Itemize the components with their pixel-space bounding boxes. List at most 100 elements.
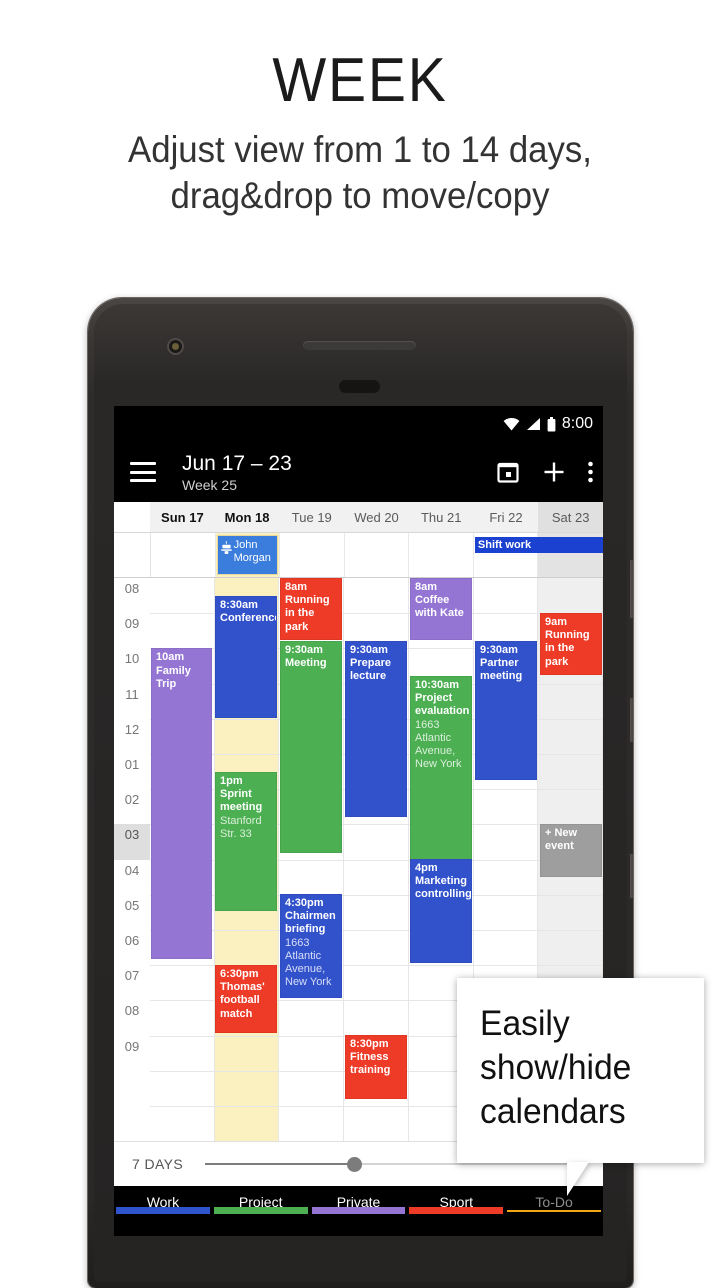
hour-label-03: 03 [114, 824, 150, 860]
event-meeting[interactable]: 9:30am Meeting [280, 641, 342, 853]
all-day-cell-mon[interactable]: John Morgan [215, 533, 281, 577]
slider-track-filled [205, 1163, 356, 1165]
event-project-evaluation[interactable]: 10:30am Project evaluation 1663 Atlantic… [410, 676, 472, 888]
promo-subtitle-line1: Adjust view from 1 to 14 days, [128, 129, 592, 171]
calendar-tab-color-work [116, 1207, 210, 1214]
hamburger-menu-icon[interactable] [130, 462, 156, 482]
calendar-icon[interactable] [496, 460, 520, 484]
event-title: + New event [545, 827, 578, 853]
event-new-event-placeholder[interactable]: + New event [540, 824, 602, 877]
hour-label-01: 01 [124, 757, 140, 772]
promo-header: WEEK Adjust view from 1 to 14 days, drag… [0, 0, 720, 290]
hour-label-11: 11 [125, 686, 139, 702]
calendar-tab-color-todo [507, 1210, 601, 1212]
event-title: 9:30am Prepare lecture [350, 644, 391, 683]
all-day-event-label: Shift work [477, 539, 532, 551]
event-title: 9:30am Meeting [285, 644, 327, 670]
event-marketing-controlling[interactable]: 4pm Marketing controlling [410, 859, 472, 963]
event-family-trip[interactable]: 10am Family Trip [151, 648, 212, 960]
promo-subtitle: Adjust view from 1 to 14 days, drag&drop… [22, 127, 699, 219]
hour-label-02: 02 [124, 792, 140, 808]
day-header-sun-17[interactable]: Sun 17 [150, 502, 215, 532]
hour-label-05: 05 [124, 897, 140, 913]
hour-label-06: 06 [124, 933, 140, 948]
earpiece-speaker [303, 341, 416, 350]
calendar-tab-sport[interactable]: Sport [407, 1186, 505, 1232]
day-header-row: Sun 17 Mon 18 Tue 19 Wed 20 Thu 21 Fri 2… [114, 502, 603, 533]
all-day-cell-thu[interactable] [409, 533, 474, 577]
event-location: Stanford Str. 33 [220, 814, 262, 840]
all-day-cell-fri[interactable]: Shift work [473, 533, 603, 577]
callout-bubble: Easily show/hide calendars [457, 978, 704, 1196]
calendar-tab-project[interactable]: Project [212, 1186, 310, 1232]
add-icon[interactable] [542, 460, 566, 484]
calendar-tab-color-project [213, 1207, 308, 1214]
hour-label-10: 10 [124, 651, 140, 667]
callout-tail [567, 1162, 589, 1196]
event-title: 8:30am Conference [220, 599, 277, 625]
hour-label-07: 07 [124, 968, 140, 984]
day-header-fri-22[interactable]: Fri 22 [474, 502, 539, 532]
day-header-thu-21[interactable]: Thu 21 [409, 502, 474, 532]
event-title: 10:30am Project evaluation [415, 679, 470, 718]
volume-button[interactable] [630, 698, 633, 742]
app-bar: Jun 17 – 23 Week 25 [114, 442, 603, 502]
event-title: 8am Coffee with Kate [415, 581, 464, 620]
day-header-gutter [114, 502, 150, 532]
all-day-row: John Morgan Shift work [114, 533, 603, 578]
all-day-event-john-morgan[interactable]: John Morgan [216, 535, 279, 575]
power-button[interactable] [630, 560, 633, 618]
event-title: 4:30pm Chairmen briefing [285, 897, 336, 936]
event-conference[interactable]: 8:30am Conference [215, 596, 277, 718]
event-coffee-with-kate[interactable]: 8am Coffee with Kate [410, 578, 472, 640]
all-day-event-label: John Morgan [233, 539, 271, 564]
calendar-tab-work[interactable]: Work [114, 1186, 212, 1232]
android-navigation-bar [114, 1232, 603, 1236]
event-title: 9:30am Partner meeting [480, 644, 523, 683]
status-icons: 8:00 [503, 414, 593, 434]
all-day-event-shift-work[interactable]: Shift work [474, 537, 603, 553]
hour-label-08a: 08 [124, 581, 140, 596]
all-day-cell-sun[interactable] [151, 533, 216, 577]
overflow-menu-icon[interactable] [588, 461, 593, 483]
event-title: 1pm Sprint meeting [220, 775, 263, 814]
wifi-icon [503, 418, 520, 431]
appbar-title-block[interactable]: Jun 17 – 23 Week 25 [182, 451, 292, 494]
day-header-sat-23[interactable]: Sat 23 [538, 502, 603, 532]
all-day-cell-tue[interactable] [280, 533, 345, 577]
event-title: 8am Running in the park [285, 581, 330, 633]
hour-label-09a: 09 [124, 616, 140, 632]
event-sprint-meeting[interactable]: 1pm Sprint meeting Stanford Str. 33 [215, 772, 277, 911]
front-camera-icon [167, 338, 184, 355]
event-partner-meeting[interactable]: 9:30am Partner meeting [475, 641, 537, 780]
hour-label-12: 12 [124, 721, 140, 737]
calendar-filter-bar: Work Project Private Sport To-Do [114, 1186, 603, 1232]
event-chairmen-briefing[interactable]: 4:30pm Chairmen briefing 1663 Atlantic A… [280, 894, 342, 998]
calendar-tab-label: To-Do [535, 1194, 573, 1210]
page-title: Jun 17 – 23 [182, 451, 292, 475]
birthday-cake-icon [220, 541, 232, 554]
day-header-tue-19[interactable]: Tue 19 [279, 502, 344, 532]
promo-subtitle-line2: drag&drop to move/copy [170, 174, 550, 216]
calendar-tab-color-sport [409, 1207, 504, 1214]
hour-gutter: 08 09 10 11 12 01 02 03 04 05 06 07 08 0… [114, 578, 150, 1141]
calendar-tab-private[interactable]: Private [310, 1186, 408, 1232]
calendar-tab-color-private [311, 1207, 406, 1214]
event-title: 4pm Marketing controlling [415, 862, 472, 901]
event-running-in-the-park-tue[interactable]: 8am Running in the park [280, 578, 342, 640]
event-fitness-training[interactable]: 8:30pm Fitness training [345, 1035, 407, 1099]
all-day-cell-wed[interactable] [344, 533, 410, 577]
day-header-wed-20[interactable]: Wed 20 [344, 502, 409, 532]
status-clock: 8:00 [561, 415, 593, 432]
event-prepare-lecture[interactable]: 9:30am Prepare lecture [345, 641, 407, 817]
callout-line-1: Easily [480, 1004, 570, 1043]
event-location: 1663 Atlantic Avenue, New York [415, 718, 462, 771]
event-thomas-football-match[interactable]: 6:30pm Thomas' football match [215, 965, 277, 1033]
event-running-in-the-park-sat[interactable]: 9am Running in the park [540, 613, 602, 675]
slider-thumb[interactable] [347, 1157, 363, 1172]
hour-label-08b: 08 [124, 1003, 140, 1019]
hour-label-04: 04 [124, 862, 140, 878]
volume-button-2[interactable] [630, 854, 633, 898]
all-day-gutter [114, 533, 151, 577]
day-header-mon-18[interactable]: Mon 18 [215, 502, 280, 532]
